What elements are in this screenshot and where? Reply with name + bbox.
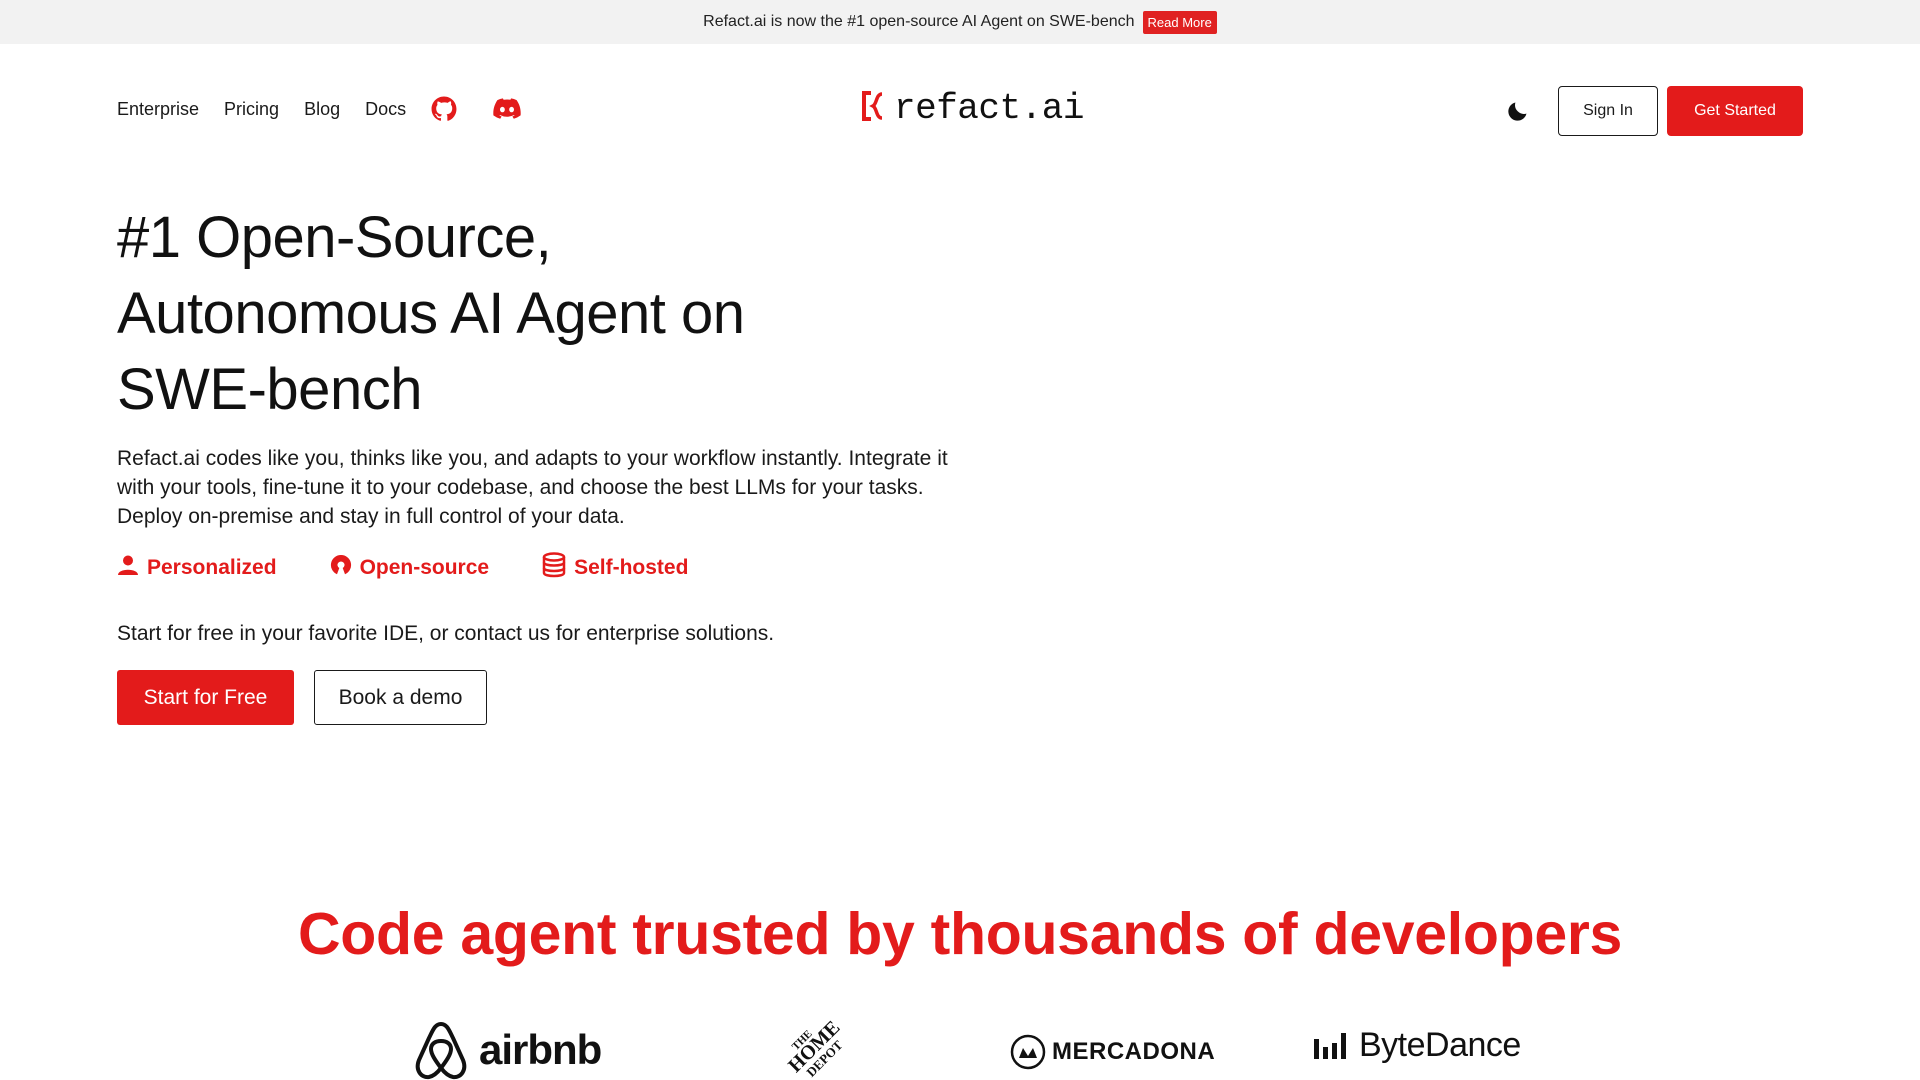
- github-icon[interactable]: [431, 96, 457, 122]
- brand-name: airbnb: [479, 1026, 602, 1073]
- brand-name: ByteDance: [1359, 1026, 1521, 1064]
- bytedance-logo-icon: ByteDance: [1313, 1026, 1521, 1065]
- book-a-demo-button[interactable]: Book a demo: [314, 670, 487, 725]
- cta-text: Start for free in your favorite IDE, or …: [117, 622, 775, 645]
- brand-logo[interactable]: refact.ai: [862, 88, 1084, 129]
- nav-link-pricing[interactable]: Pricing: [224, 99, 279, 120]
- feature-self-hosted: Self-hosted: [542, 552, 688, 584]
- announcement-bar: Refact.ai is now the #1 open-source AI A…: [0, 0, 1920, 44]
- hero-title-line-3: SWE-bench: [117, 357, 422, 422]
- feature-label: Personalized: [147, 556, 277, 579]
- main-nav: Enterprise Pricing Blog Docs: [117, 96, 557, 122]
- nav-link-blog[interactable]: Blog: [304, 99, 340, 120]
- read-more-link[interactable]: Read More: [1142, 10, 1217, 34]
- feature-personalized: Personalized: [117, 554, 277, 582]
- feature-open-source: Open-source: [330, 554, 490, 582]
- airbnb-logo-icon: airbnb: [413, 1020, 602, 1080]
- hero-title-line-1: #1 Open-Source,: [117, 205, 552, 270]
- hero-title: #1 Open-Source, Autonomous AI Agent on S…: [117, 200, 877, 428]
- mercadona-logo-icon: MERCADONA: [1010, 1034, 1215, 1070]
- open-source-icon: [330, 554, 352, 582]
- moon-icon[interactable]: [1505, 98, 1531, 124]
- hero-description: Refact.ai codes like you, thinks like yo…: [117, 447, 948, 528]
- user-icon: [117, 554, 139, 582]
- nav-link-docs[interactable]: Docs: [365, 99, 406, 120]
- discord-icon[interactable]: [493, 98, 521, 120]
- sign-in-button[interactable]: Sign In: [1558, 86, 1658, 136]
- announcement-text: Refact.ai is now the #1 open-source AI A…: [703, 13, 1135, 30]
- customer-logos: airbnb THE HOME DEPOT MERCADONA ByteDanc…: [0, 1020, 1920, 1080]
- hero-title-line-2: Autonomous AI Agent on: [117, 281, 745, 346]
- nav-link-enterprise[interactable]: Enterprise: [117, 99, 199, 120]
- refact-logo-icon: [862, 91, 886, 126]
- feature-label: Open-source: [359, 556, 490, 579]
- feature-list: Personalized Open-source Self-hosted: [117, 552, 688, 584]
- get-started-button[interactable]: Get Started: [1667, 86, 1803, 136]
- database-icon: [542, 552, 566, 584]
- feature-label: Self-hosted: [574, 556, 689, 579]
- trusted-heading: Code agent trusted by thousands of devel…: [297, 901, 1623, 967]
- start-for-free-button[interactable]: Start for Free: [117, 670, 294, 725]
- home-depot-logo-icon: THE HOME DEPOT: [778, 1020, 844, 1080]
- brand-name: MERCADONA: [1052, 1038, 1216, 1065]
- logo-text: refact.ai: [894, 88, 1084, 129]
